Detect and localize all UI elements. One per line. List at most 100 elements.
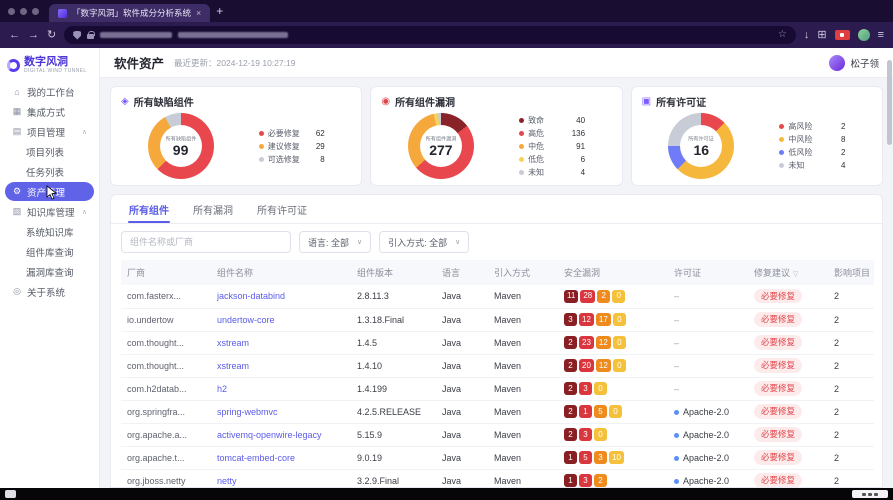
legend-dot: [259, 131, 264, 136]
sidebar-item-label: 漏洞库查询: [26, 265, 74, 279]
fix-cell: 必要修复: [748, 469, 828, 488]
tab-all-licenses[interactable]: 所有许可证: [247, 195, 317, 223]
vendor-cell: org.springfra...: [121, 400, 211, 423]
component-link[interactable]: tomcat-embed-core: [217, 453, 295, 463]
bookmark-star-icon[interactable]: ☆: [778, 30, 787, 40]
defect-components-donut-chart: 所有缺陷组件99: [148, 113, 214, 179]
recorder-badge-icon[interactable]: [835, 30, 850, 40]
projects-cell: 2: [828, 377, 874, 400]
menu-icon[interactable]: ≡: [878, 30, 884, 41]
method-select[interactable]: 引入方式: 全部 ∨: [379, 231, 469, 253]
table-row: com.h2datab...h21.4.199JavaMaven230–必要修复…: [121, 377, 874, 400]
legend-label: 必要修复: [268, 128, 300, 139]
user-menu[interactable]: 松子领: [829, 55, 879, 71]
donut-total: 277: [429, 143, 452, 158]
page-header: 软件资产 最近更新：2024-12-19 10:27:19 松子领: [100, 48, 893, 78]
new-tab-button[interactable]: +: [216, 4, 223, 18]
legend-dot: [519, 131, 524, 136]
sidebar-item-workspace[interactable]: ⌂我的工作台: [5, 82, 94, 101]
method-select-label: 引入方式: 全部: [388, 236, 447, 249]
browser-navbar: ← → ↻ ☆ ↓ ⊞ ≡: [0, 22, 893, 48]
column-header-label: 许可证: [674, 268, 701, 278]
tab-title: 「数字风洞」软件成分分析系统: [72, 7, 191, 19]
component-link[interactable]: activemq-openwire-legacy: [217, 430, 322, 440]
vuln-badge-high: 1: [579, 405, 592, 418]
window-minimize-button[interactable]: [20, 8, 27, 15]
tab-all-vulns[interactable]: 所有漏洞: [183, 195, 243, 223]
language-select[interactable]: 语言: 全部 ∨: [299, 231, 371, 253]
component-link[interactable]: jackson-databind: [217, 291, 285, 301]
vulns-cell: 230: [558, 423, 668, 446]
user-avatar[interactable]: [829, 55, 845, 71]
component-search-input[interactable]: [121, 231, 291, 253]
component-link[interactable]: h2: [217, 384, 227, 394]
legend-value: 6: [581, 155, 585, 164]
version-cell: 5.15.9: [351, 423, 436, 446]
donut-center: 所有缺陷组件99: [160, 125, 202, 167]
legend-value: 91: [576, 142, 585, 151]
forward-button[interactable]: →: [28, 30, 39, 41]
integration-icon: ▦: [12, 106, 22, 117]
license-dot: [674, 433, 679, 438]
column-header-label: 影响项目: [834, 268, 870, 278]
sidebar-item-about[interactable]: ◎关于系统: [5, 282, 94, 301]
chevron-down-icon: ∨: [455, 238, 460, 246]
column-header-label: 安全漏洞: [564, 268, 600, 278]
reload-button[interactable]: ↻: [47, 30, 56, 41]
component-link[interactable]: netty: [217, 476, 237, 486]
method-cell: Maven: [488, 285, 558, 308]
vulns-cell: 2150: [558, 400, 668, 423]
sidebar-item-component-query[interactable]: 组件库查询: [5, 242, 94, 261]
column-header: 引入方式: [488, 260, 558, 285]
profile-avatar[interactable]: [858, 29, 870, 41]
sidebar-item-integration[interactable]: ▦集成方式: [5, 102, 94, 121]
donut-center: 所有组件漏洞277: [420, 125, 462, 167]
tab-close-icon[interactable]: ×: [196, 9, 201, 18]
language-cell: Java: [436, 400, 488, 423]
legend-label: 中风险: [788, 134, 812, 145]
page-title: 软件资产: [114, 53, 164, 72]
window-close-button[interactable]: [8, 8, 15, 15]
component-link[interactable]: xstream: [217, 338, 249, 348]
sidebar-item-kb-mgmt[interactable]: ▧知识库管理∧: [5, 202, 94, 221]
version-cell: 3.2.9.Final: [351, 469, 436, 488]
user-name: 松子领: [850, 56, 879, 70]
sidebar-item-asset-mgmt[interactable]: ⚙资产管理: [5, 182, 94, 201]
downloads-icon[interactable]: ↓: [804, 30, 810, 41]
method-cell: Maven: [488, 377, 558, 400]
vuln-badge-low: 0: [594, 428, 607, 441]
browser-tab[interactable]: 「数字风洞」软件成分分析系统 ×: [49, 4, 210, 22]
app-logo: 数字风洞 DIGITAL WIND TUNNEL: [3, 55, 96, 81]
fix-badge: 必要修复: [754, 312, 802, 326]
vuln-badge-low: 0: [613, 359, 626, 372]
column-header-label: 厂商: [127, 268, 145, 278]
page-scrollbar[interactable]: [887, 50, 892, 486]
column-header-label: 修复建议: [754, 268, 790, 278]
component-link[interactable]: undertow-core: [217, 315, 275, 325]
extensions-icon[interactable]: ⊞: [817, 30, 826, 41]
sidebar-item-project-mgmt[interactable]: ▤项目管理∧: [5, 122, 94, 141]
url-bar[interactable]: ☆: [64, 26, 796, 44]
column-header-label: 组件名称: [217, 268, 253, 278]
scrollbar-thumb[interactable]: [887, 60, 892, 145]
vuln-badge-high: 3: [579, 474, 592, 487]
tab-all-components[interactable]: 所有组件: [119, 195, 179, 223]
component-link[interactable]: xstream: [217, 361, 249, 371]
filter-icon[interactable]: ▽: [793, 271, 798, 278]
projects-cell: 2: [828, 331, 874, 354]
window-maximize-button[interactable]: [32, 8, 39, 15]
sidebar-item-task-list[interactable]: 任务列表: [5, 162, 94, 181]
sidebar-item-label: 项目管理: [27, 125, 65, 139]
version-cell: 9.0.19: [351, 446, 436, 469]
sidebar-item-label: 知识库管理: [27, 205, 75, 219]
components-panel: 所有组件所有漏洞所有许可证 语言: 全部 ∨ 引入方式: 全部 ∨ 厂: [110, 194, 883, 488]
sidebar-item-system-kb[interactable]: 系统知识库: [5, 222, 94, 241]
component-link[interactable]: spring-webmvc: [217, 407, 278, 417]
legend-value: 8: [841, 135, 845, 144]
legend-dot: [519, 170, 524, 175]
fix-badge: 必要修复: [754, 335, 802, 349]
sidebar-item-vuln-query[interactable]: 漏洞库查询: [5, 262, 94, 281]
sidebar-item-project-list[interactable]: 项目列表: [5, 142, 94, 161]
vuln-badge-fatal: 2: [564, 359, 577, 372]
back-button[interactable]: ←: [9, 30, 20, 41]
